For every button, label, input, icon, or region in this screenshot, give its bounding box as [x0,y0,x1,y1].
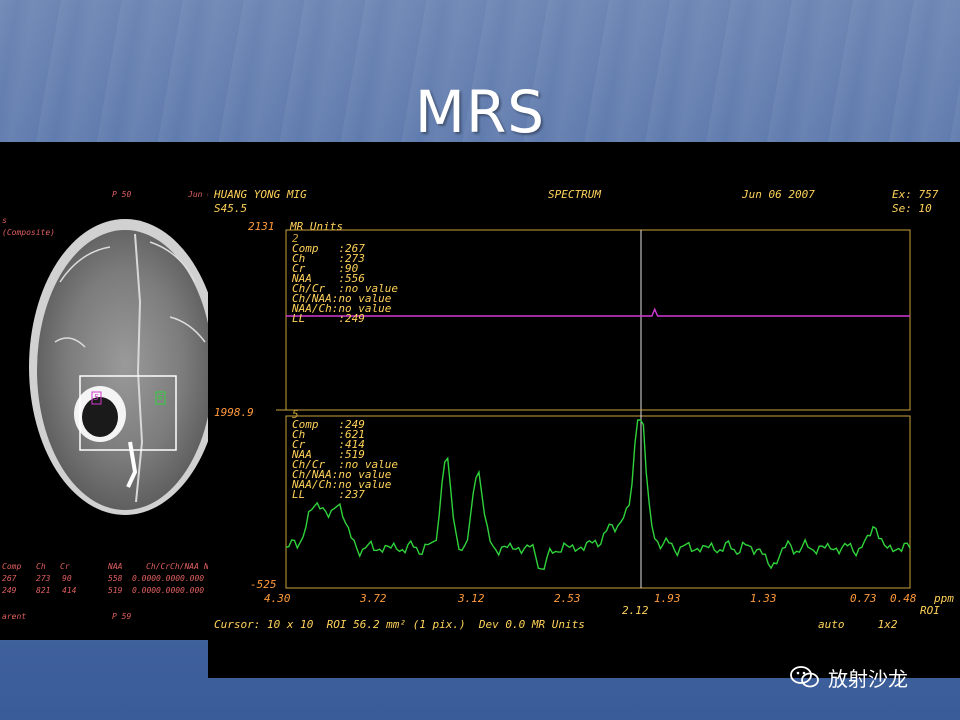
table-header-chnaa: Ch/NAA [170,562,199,571]
table-header-comp: Comp [2,562,22,571]
panel1-line-ll: LL :249 [292,312,365,325]
spectrum-frame-top [285,229,911,411]
x-tick-4: 2.53 [554,592,581,605]
table-row-1-c2: 273 [36,574,51,583]
mri-footer-right: P 59 [112,612,132,621]
x-tick-right: 0.48 [890,592,917,605]
table-row-1-c1: 267 [2,574,17,583]
wechat-icon [790,666,819,688]
spectrum-footer-right: auto 1x2 [818,618,898,631]
spectrum-frame-bottom [285,415,911,589]
table-row-1-c3: 90 [62,574,72,583]
spectrum-plot[interactable] [208,142,960,678]
mri-footer-left: arent [2,612,27,621]
spectrum-panel: HUANG YONG MIG S45.5 SPECTRUM Jun 06 200… [208,142,960,678]
table-header-naa: NAA [108,562,123,571]
table-row-1-c6: 0.000 [156,574,181,583]
x-tick-7: 0.73 [850,592,877,605]
spectrum-trace-voxel-6 [285,419,911,570]
spectrum-footer: Cursor: 10 x 10 ROI 56.2 mm² (1 pix.) De… [214,618,585,631]
table-row-2-c2: 821 [36,586,51,595]
table-header-chcr: Ch/Cr [146,562,171,571]
voxel-label-6: 6 [158,393,163,402]
x-tick-2: 3.72 [360,592,387,605]
table-row-2-c4: 519 [108,586,123,595]
cursor-ppm-value: 2.12 [622,604,649,617]
table-row-1-c4: 558 [108,574,123,583]
slide-title: MRS [414,78,546,146]
table-header-ch: Ch [36,562,46,571]
watermark-label: 放射沙龙 [828,668,908,691]
x-tick-6: 1.33 [750,592,777,605]
table-row-1-c7: 0.000 [180,574,205,583]
x-tick-5: 1.93 [654,592,681,605]
table-row-2-c6: 0.000 [156,586,181,595]
table-row-2-c7: 0.000 [180,586,205,595]
panel2-line-ll: LL :237 [292,488,365,501]
table-row-2-c3: 414 [62,586,77,595]
table-row-2-c5: 0.000 [132,586,157,595]
roi-right-label: ROI [920,604,940,617]
table-row-1-c5: 0.000 [132,574,157,583]
table-header-cr: Cr [60,562,70,571]
table-row-2-c1: 249 [2,586,17,595]
voxel-label-5: 5 [94,393,99,402]
watermark: 放射沙龙 [790,662,908,692]
x-tick-3: 3.12 [458,592,485,605]
x-tick-1: 4.30 [264,592,291,605]
mri-image-panel: P 50 Jun 0 s (Composite) 5 6 Comp Ch Cr … [0,142,214,640]
